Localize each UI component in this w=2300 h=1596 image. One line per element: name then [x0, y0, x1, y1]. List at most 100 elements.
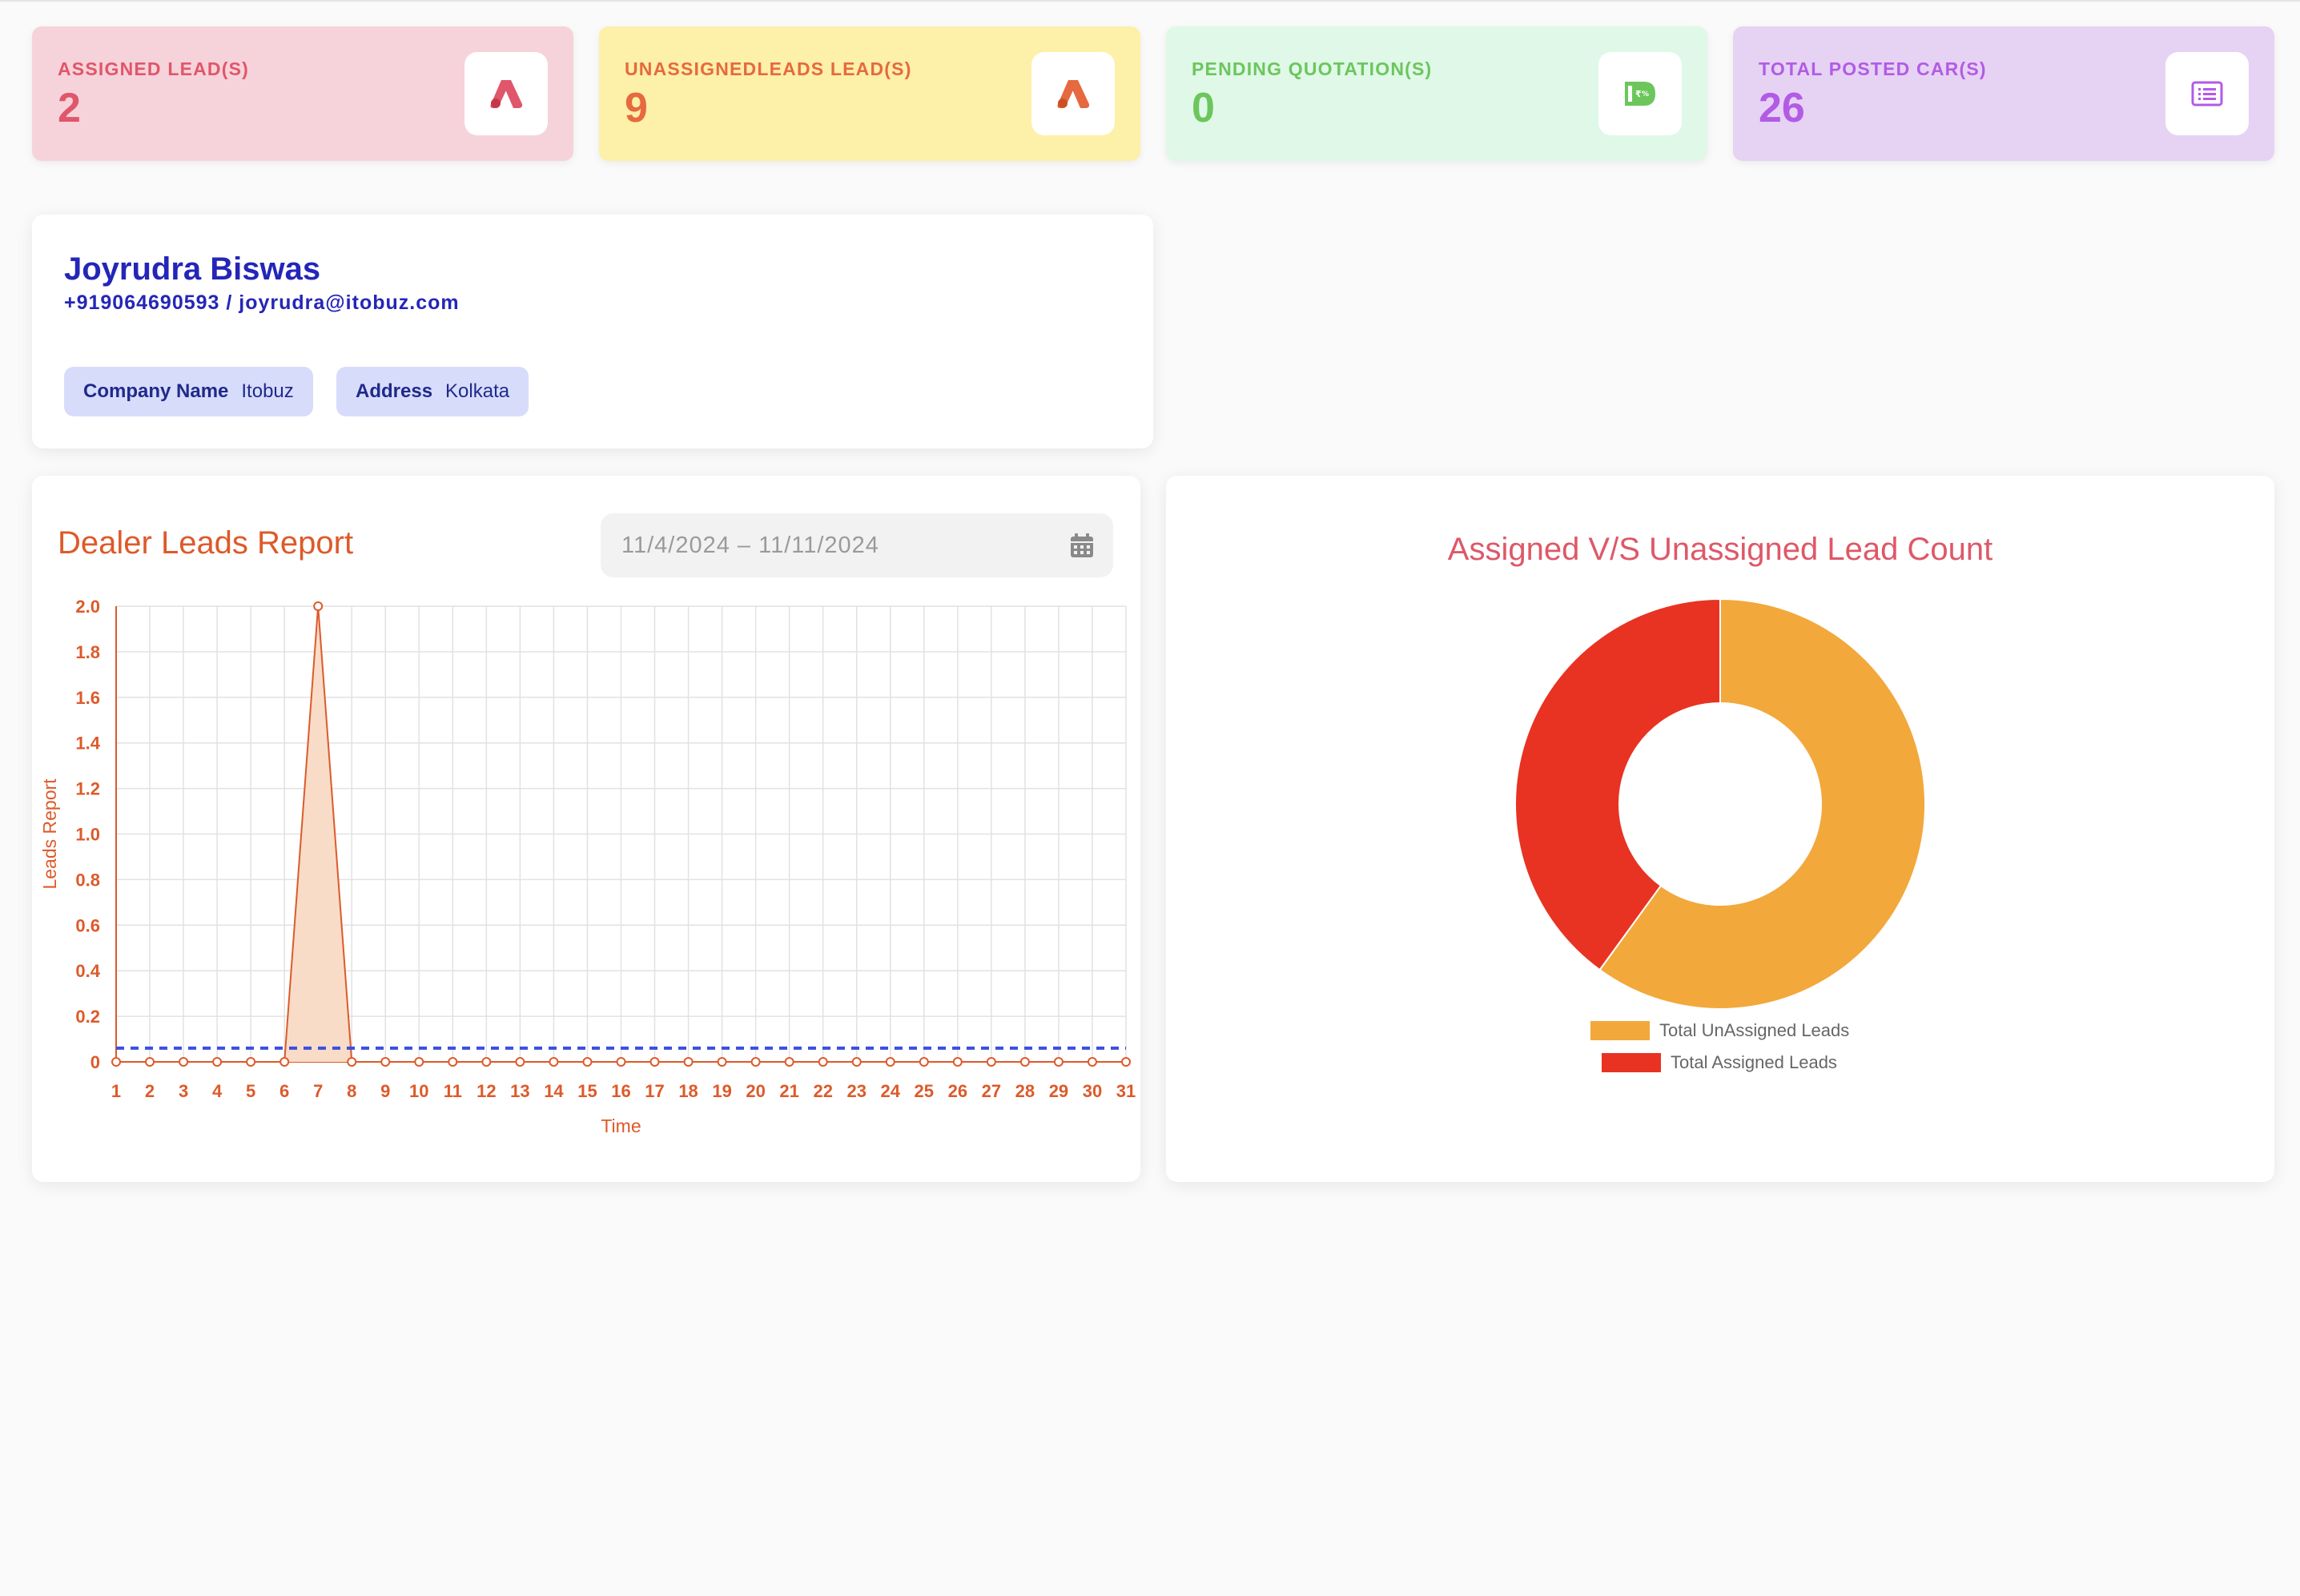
data-point [515, 1057, 525, 1067]
y-tick-label: 1.0 [75, 825, 100, 845]
lead-count-donut-chart [1514, 597, 1926, 1010]
data-point [986, 1057, 996, 1067]
x-tick-label: 4 [212, 1081, 223, 1101]
data-point [279, 1057, 290, 1067]
x-tick-label: 13 [510, 1081, 529, 1101]
data-point [212, 1057, 223, 1067]
x-tick-label: 22 [813, 1081, 832, 1101]
lead-a-icon [464, 52, 548, 135]
data-point [649, 1057, 660, 1067]
stat-label: PENDING QUOTATION(S) [1192, 58, 1433, 79]
data-point [145, 1057, 155, 1067]
x-tick-label: 6 [279, 1081, 289, 1101]
address-chip: Address Kolkata [336, 367, 529, 416]
profile-contact: +919064690593 / joyrudra@itobuz.com [64, 291, 460, 314]
data-point [549, 1057, 559, 1067]
x-tick-label: 7 [313, 1081, 323, 1101]
data-point [616, 1057, 626, 1067]
y-tick-label: 1.4 [75, 734, 100, 754]
leads-line-chart: 00.20.40.60.81.01.21.41.61.82.01 2 3 4 5 6 7 8 9… [39, 597, 1136, 1136]
x-axis-title: Time [601, 1116, 641, 1136]
stat-value: 0 [1192, 85, 1215, 131]
x-tick-label: 16 [611, 1081, 630, 1101]
x-tick-label: 24 [881, 1081, 901, 1101]
y-tick-label: 0 [90, 1052, 100, 1072]
lead-count-card: Assigned V/S Unassigned Lead Count Total… [1166, 476, 2274, 1182]
data-point [481, 1057, 492, 1067]
legend-swatch [1602, 1053, 1661, 1072]
data-point [414, 1057, 424, 1067]
data-point [952, 1057, 963, 1067]
company-label: Company Name [83, 380, 229, 402]
company-value: Itobuz [241, 380, 294, 402]
y-tick-label: 0.8 [75, 870, 100, 890]
x-tick-label: 9 [380, 1081, 390, 1101]
y-tick-label: 0.2 [75, 1007, 100, 1027]
legend-label: Total Assigned Leads [1671, 1052, 1837, 1072]
stat-card-pending-quotations[interactable]: PENDING QUOTATION(S) 0 ₹ % [1166, 26, 1707, 161]
stat-card-total-posted-cars[interactable]: TOTAL POSTED CAR(S) 26 [1733, 26, 2274, 161]
x-tick-label: 15 [577, 1081, 597, 1101]
svg-text:₹: ₹ [1635, 89, 1642, 99]
x-tick-label: 20 [746, 1081, 765, 1101]
x-tick-label: 12 [476, 1081, 496, 1101]
data-point [818, 1057, 828, 1067]
x-tick-label: 28 [1015, 1081, 1035, 1101]
price-tag-icon: ₹ % [1598, 52, 1682, 135]
profile-name: Joyrudra Biswas [64, 251, 321, 287]
profile-card: Joyrudra Biswas +919064690593 / joyrudra… [32, 215, 1153, 448]
y-tick-label: 1.8 [75, 642, 100, 662]
x-tick-label: 27 [982, 1081, 1001, 1101]
data-point [313, 601, 324, 611]
address-value: Kolkata [445, 380, 510, 402]
dealer-leads-report-card: Dealer Leads Report 11/4/2024 – 11/11/20… [32, 476, 1140, 1182]
legend-item-assigned[interactable]: Total Assigned Leads [1602, 1052, 1837, 1073]
data-point [347, 1057, 357, 1067]
legend-label: Total UnAssigned Leads [1659, 1020, 1850, 1040]
x-tick-label: 30 [1083, 1081, 1102, 1101]
data-point [246, 1057, 256, 1067]
x-tick-label: 3 [179, 1081, 188, 1101]
data-point [1087, 1057, 1097, 1067]
data-point [885, 1057, 895, 1067]
data-point [784, 1057, 794, 1067]
y-tick-label: 1.2 [75, 779, 100, 799]
x-tick-label: 11 [444, 1081, 462, 1101]
x-tick-label: 29 [1049, 1081, 1068, 1101]
x-tick-label: 17 [645, 1081, 664, 1101]
data-point [750, 1057, 761, 1067]
legend-item-unassigned[interactable]: Total UnAssigned Leads [1590, 1020, 1849, 1041]
address-label: Address [356, 380, 433, 402]
data-point [851, 1057, 862, 1067]
y-tick-label: 2.0 [75, 597, 100, 617]
data-point [448, 1057, 458, 1067]
data-point [683, 1057, 694, 1067]
stat-label: ASSIGNED LEAD(S) [58, 58, 249, 79]
list-icon [2165, 52, 2249, 135]
company-chip: Company Name Itobuz [64, 367, 313, 416]
x-tick-label: 31 [1116, 1081, 1136, 1101]
data-point [582, 1057, 593, 1067]
x-tick-label: 18 [678, 1081, 698, 1101]
y-tick-label: 0.6 [75, 915, 100, 935]
stat-value: 2 [58, 85, 81, 131]
x-tick-label: 2 [145, 1081, 155, 1101]
x-tick-label: 14 [544, 1081, 564, 1101]
data-point [1019, 1057, 1030, 1067]
data-point [380, 1057, 391, 1067]
y-tick-label: 1.6 [75, 688, 100, 708]
x-tick-label: 26 [948, 1081, 967, 1101]
x-tick-label: 21 [779, 1081, 798, 1101]
x-tick-label: 23 [846, 1081, 866, 1101]
y-axis-title: Leads Report [39, 778, 60, 890]
x-tick-label: 1 [111, 1081, 121, 1101]
stat-card-unassigned-leads[interactable]: UNASSIGNEDLEADS LEAD(S) 9 [599, 26, 1140, 161]
stat-value: 26 [1759, 85, 1805, 131]
lead-a-icon [1031, 52, 1115, 135]
stat-card-assigned-leads[interactable]: ASSIGNED LEAD(S) 2 [32, 26, 573, 161]
svg-text:%: % [1642, 90, 1649, 98]
data-point [111, 1057, 121, 1067]
stat-label: TOTAL POSTED CAR(S) [1759, 58, 1987, 79]
x-tick-label: 25 [915, 1081, 934, 1101]
data-point [1053, 1057, 1064, 1067]
